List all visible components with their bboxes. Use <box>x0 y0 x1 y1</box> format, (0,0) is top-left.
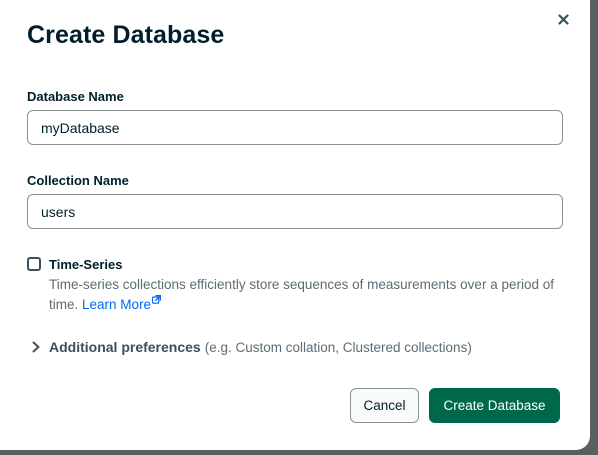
chevron-right-icon <box>30 340 42 354</box>
create-database-modal: Create Database Database Name Collection… <box>0 0 590 450</box>
database-name-input[interactable] <box>27 110 563 145</box>
additional-preferences-hint: (e.g. Custom collation, Clustered collec… <box>204 339 472 355</box>
learn-more-label: Learn More <box>82 297 152 312</box>
collection-name-input[interactable] <box>27 194 563 229</box>
external-link-icon <box>152 295 162 304</box>
additional-preferences-toggle[interactable]: Additional preferences (e.g. Custom coll… <box>30 339 472 355</box>
modal-title: Create Database <box>27 21 225 49</box>
close-icon <box>557 13 569 25</box>
close-button[interactable] <box>554 10 572 28</box>
learn-more-link[interactable]: Learn More <box>82 295 162 312</box>
time-series-label: Time-Series <box>49 257 123 272</box>
time-series-description: Time-series collections efficiently stor… <box>49 275 559 315</box>
database-name-label: Database Name <box>27 89 124 104</box>
create-database-button[interactable]: Create Database <box>429 388 560 423</box>
cancel-button[interactable]: Cancel <box>350 388 419 423</box>
additional-preferences-label: Additional preferences <box>49 339 201 355</box>
collection-name-label: Collection Name <box>27 173 129 188</box>
time-series-checkbox[interactable] <box>27 257 41 271</box>
